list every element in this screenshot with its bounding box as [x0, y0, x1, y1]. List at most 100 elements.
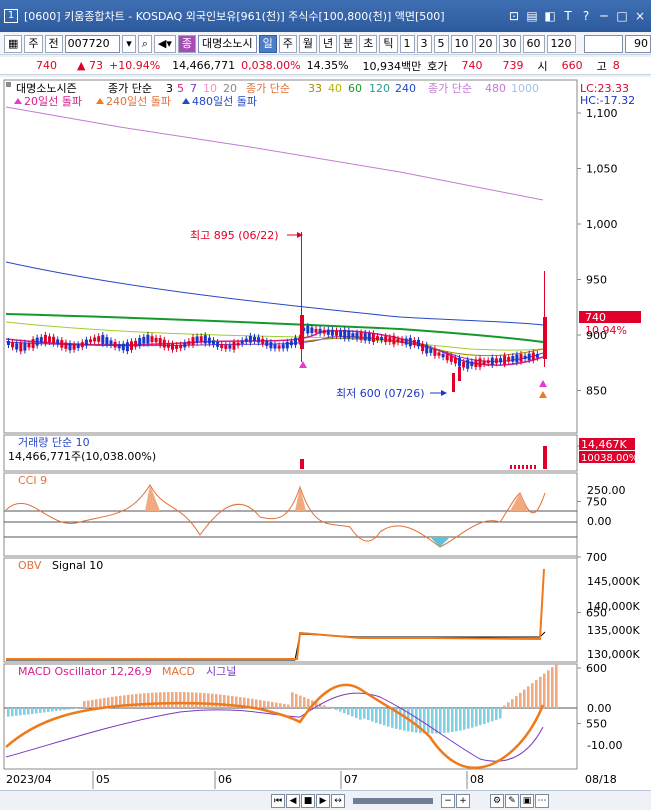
macd-histogram-bar	[159, 692, 162, 708]
name-badge: 종	[177, 34, 197, 53]
macd-histogram-bar	[211, 693, 214, 708]
cci-tick-250: 250.00	[587, 484, 626, 497]
macd-signal-line	[5, 692, 544, 762]
high-price: 8	[612, 59, 620, 72]
zoom-in-icon[interactable]: +	[456, 793, 470, 808]
ma-5: 5	[177, 82, 184, 95]
interval-60[interactable]: 60	[522, 34, 545, 53]
tab-period-week[interactable]: 주	[278, 34, 297, 53]
macd-histogram-bar	[379, 708, 382, 725]
breakout-20-icon	[14, 98, 22, 104]
macd-histogram-bar	[351, 708, 354, 717]
macd-histogram-bar	[31, 708, 34, 714]
tab-period-year[interactable]: 년	[319, 34, 338, 53]
interval-1[interactable]: 1	[399, 34, 415, 53]
macd-histogram-bar	[523, 689, 526, 708]
scroll-track[interactable]	[353, 797, 433, 804]
stop-icon[interactable]: ■	[301, 793, 315, 808]
dropdown-icon[interactable]: ▾	[122, 34, 136, 53]
list-icon[interactable]: ▤	[524, 9, 540, 23]
ma3-title: 종가 단순	[428, 82, 472, 95]
macd-histogram-bar	[51, 708, 54, 712]
count-input[interactable]: 90	[625, 34, 651, 53]
macd-histogram-bar	[543, 673, 546, 708]
interval-30[interactable]: 30	[498, 34, 521, 53]
interval-3[interactable]: 3	[416, 34, 432, 53]
interval-custom-input[interactable]	[583, 34, 624, 53]
more-icon[interactable]: ⋯	[535, 793, 549, 808]
split-icon[interactable]: ◧	[542, 9, 558, 23]
macd-histogram-bar	[439, 708, 442, 734]
next-icon[interactable]: ▶	[316, 793, 330, 808]
title-bar: 1 [0600] 키움종합차트 - KOSDAQ 외국인보유[961(천)] 주…	[0, 0, 651, 32]
macd-histogram-bar	[307, 698, 310, 708]
tab-period-day[interactable]: 일	[258, 34, 277, 53]
candles	[7, 232, 547, 392]
volume-bar	[518, 465, 520, 469]
macd-histogram-bar	[19, 708, 22, 716]
breakout-480-icon	[182, 98, 190, 104]
breakout-20-label: 20일선 돌파	[24, 94, 82, 108]
interval-10[interactable]: 10	[450, 34, 473, 53]
macd-histogram-bar	[191, 692, 194, 708]
maximize-icon[interactable]: □	[614, 9, 630, 23]
macd-histogram-bar	[415, 708, 418, 733]
x-tick-07: 07	[344, 773, 358, 786]
window-controls: ⊡ ▤ ◧ T ? ─ □ ×	[506, 9, 648, 23]
macd-histogram-bar	[203, 693, 206, 708]
interval-20[interactable]: 20	[474, 34, 497, 53]
minimize-icon[interactable]: ─	[596, 9, 612, 23]
low-annotation: 최저 600 (07/26)	[336, 387, 425, 400]
macd-histogram-bar	[339, 708, 342, 712]
help-icon[interactable]: ?	[578, 9, 594, 23]
prev-button[interactable]: 전	[44, 34, 63, 53]
text-icon[interactable]: T	[560, 9, 576, 23]
volume-bar	[514, 465, 516, 469]
capture-icon[interactable]: ▣	[520, 793, 534, 808]
grid-icon[interactable]: ▦	[4, 34, 23, 53]
tab-period-minute[interactable]: 분	[339, 34, 358, 53]
macd-histogram-bar	[455, 708, 458, 732]
tab-period-tick[interactable]: 틱	[379, 34, 398, 53]
tab-period-month[interactable]: 월	[298, 34, 317, 53]
obv-tick-145: 145,000K	[587, 575, 640, 588]
scroll-icon[interactable]: ↔	[331, 793, 345, 808]
legend-marker	[6, 82, 11, 87]
prev-icon[interactable]: ◀	[286, 793, 300, 808]
stock-name-field[interactable]: 대명소노시	[198, 34, 257, 53]
macd-histogram-bar	[259, 700, 262, 708]
interval-120[interactable]: 120	[546, 34, 576, 53]
macd-histogram-bar	[87, 700, 90, 708]
macd-histogram-bar	[163, 692, 166, 708]
chart-area[interactable]: 대명소노시즌 종가 단순 3 5 7 10 20 종가 단순 33 40 60 …	[0, 77, 651, 790]
macd-histogram-bar	[71, 708, 74, 710]
macd-histogram-bar	[43, 708, 46, 713]
ma-1000: 1000	[511, 82, 539, 95]
first-icon[interactable]: ⏮	[271, 793, 285, 808]
macd-histogram-bar	[255, 699, 258, 708]
ma-7: 7	[190, 82, 197, 95]
x-tick-right: 08/18	[585, 773, 617, 786]
chart-svg[interactable]: 대명소노시즌 종가 단순 3 5 7 10 20 종가 단순 33 40 60 …	[0, 77, 651, 790]
macd-histogram-bar	[275, 702, 278, 708]
speaker-icon[interactable]: ◀▾	[153, 34, 176, 53]
close-icon[interactable]: ×	[632, 9, 648, 23]
period-select[interactable]: 주	[24, 34, 43, 53]
macd-histogram-bar	[375, 708, 378, 723]
stock-code-input[interactable]: 007720	[64, 34, 121, 53]
settings-icon[interactable]: ⚙	[490, 793, 504, 808]
interval-5[interactable]: 5	[433, 34, 449, 53]
zoom-out-icon[interactable]: −	[441, 793, 455, 808]
volume-tag: 14,467K	[581, 438, 627, 451]
low-candle	[458, 367, 461, 381]
tab-period-second[interactable]: 초	[359, 34, 378, 53]
macd-histogram-bar	[183, 692, 186, 708]
macd-histogram-bar	[179, 692, 182, 708]
volume-bar	[510, 465, 512, 469]
layout-icon[interactable]: ⊡	[506, 9, 522, 23]
macd-histogram-bar	[367, 708, 370, 721]
obv-tick-130: 130,000K	[587, 648, 640, 661]
macd-histogram-bar	[347, 708, 350, 715]
tool-icon[interactable]: ✎	[505, 793, 519, 808]
search-icon[interactable]: ⌕	[137, 34, 152, 53]
